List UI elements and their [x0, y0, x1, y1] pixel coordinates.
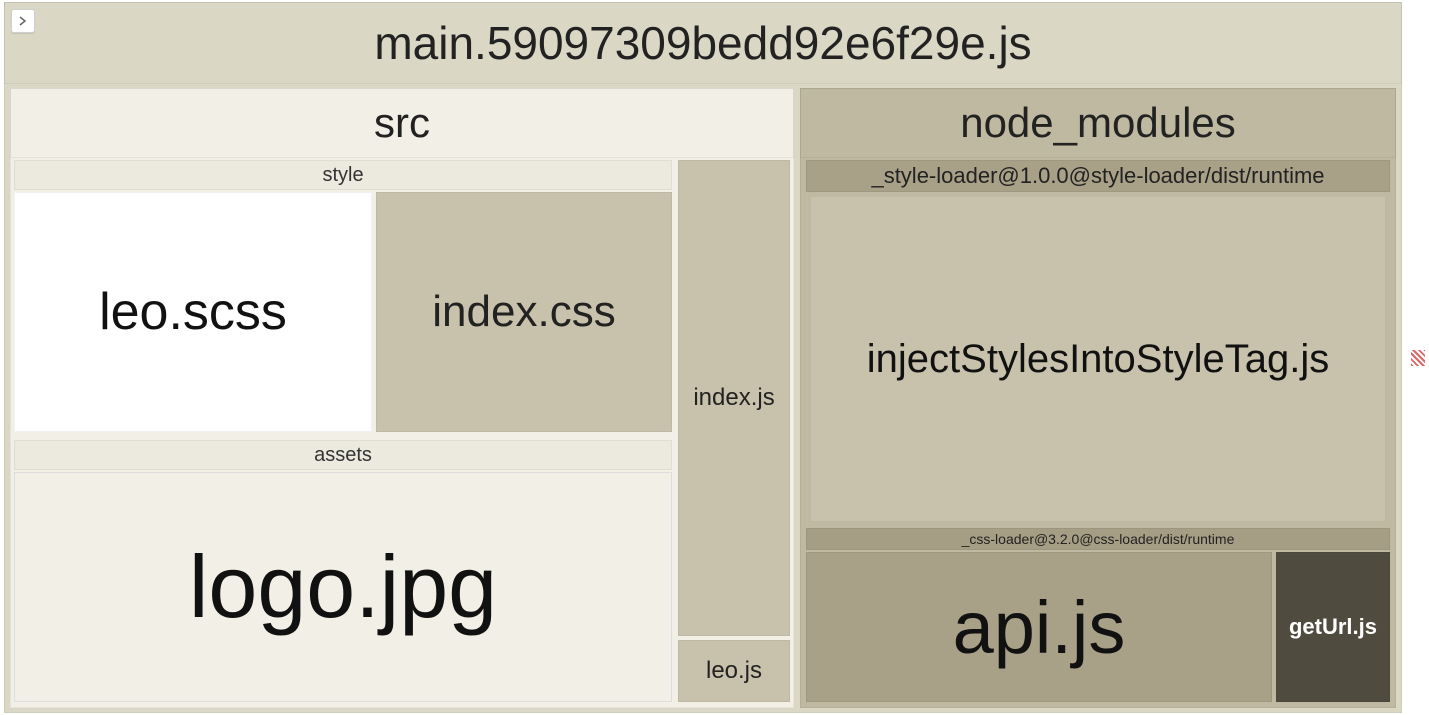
- css-loader-label[interactable]: _css-loader@3.2.0@css-loader/dist/runtim…: [806, 528, 1390, 550]
- src-style-label[interactable]: style: [14, 160, 672, 190]
- file-leo-js[interactable]: leo.js: [678, 640, 790, 702]
- file-logo-jpg[interactable]: logo.jpg: [14, 472, 672, 702]
- file-api-js[interactable]: api.js: [806, 552, 1272, 702]
- file-inject-styles[interactable]: injectStylesIntoStyleTag.js: [810, 196, 1386, 522]
- minimap-marker-icon: [1411, 350, 1425, 366]
- src-label: src: [10, 88, 794, 158]
- style-loader-label[interactable]: _style-loader@1.0.0@style-loader/dist/ru…: [806, 160, 1390, 192]
- file-geturl-js[interactable]: getUrl.js: [1276, 552, 1390, 702]
- node-modules-label: node_modules: [800, 88, 1396, 158]
- file-leo-scss[interactable]: leo.scss: [14, 192, 372, 432]
- root-title: main.59097309bedd92e6f29e.js: [4, 2, 1402, 84]
- treemap-stage: main.59097309bedd92e6f29e.js src style l…: [0, 0, 1429, 715]
- file-index-css[interactable]: index.css: [376, 192, 672, 432]
- file-index-js[interactable]: index.js: [678, 160, 790, 636]
- src-assets-label[interactable]: assets: [14, 440, 672, 470]
